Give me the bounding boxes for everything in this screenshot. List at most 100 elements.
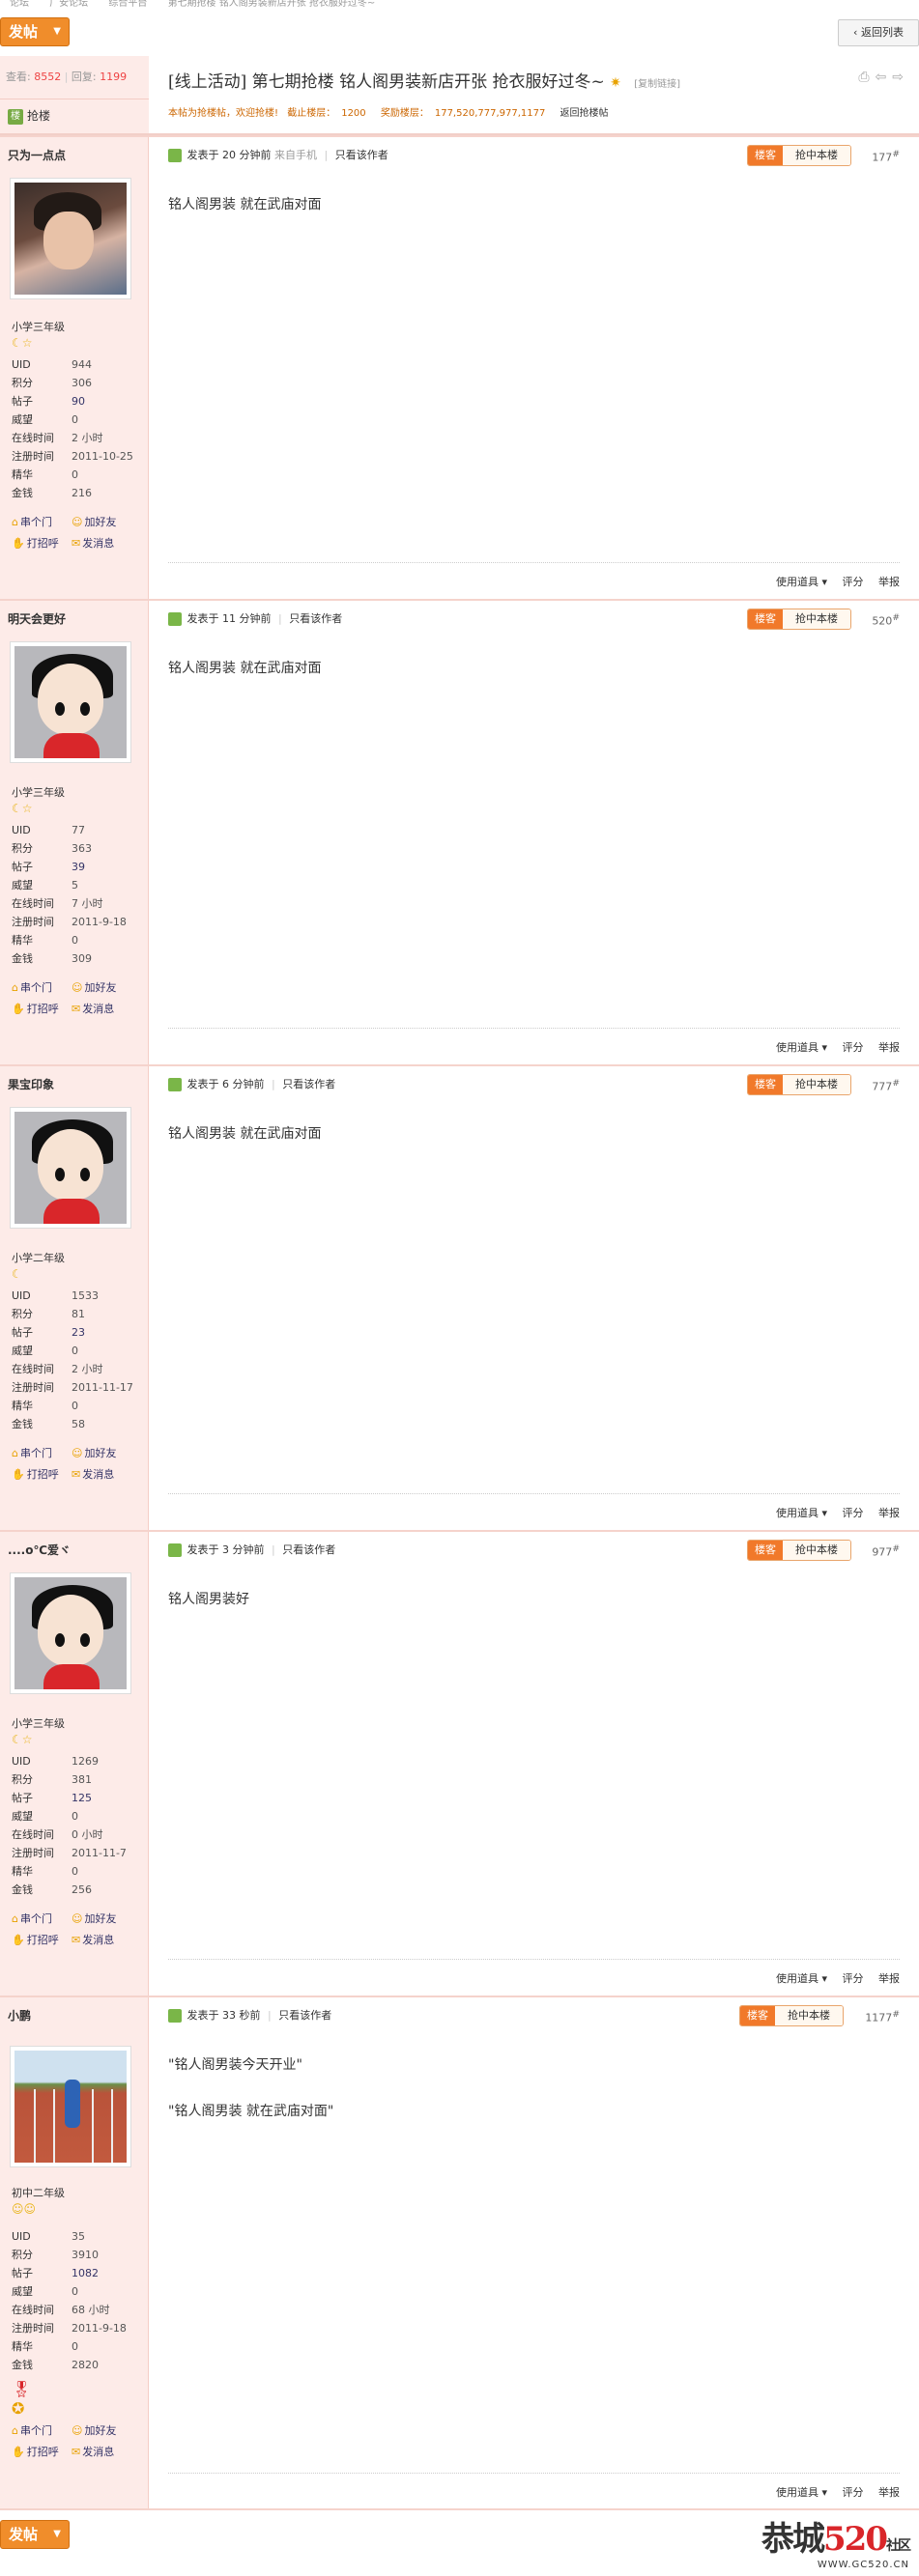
use-tools-link[interactable]: 使用道具 ▾ xyxy=(764,2486,827,2499)
posts-value[interactable]: 1082 xyxy=(72,2264,99,2282)
copy-link[interactable]: [复制链接] xyxy=(634,79,680,90)
rate-link[interactable]: 评分 xyxy=(843,1041,864,1054)
floor-number[interactable]: 177# xyxy=(872,149,900,164)
author-name[interactable]: ....o℃爱ヾ xyxy=(0,1532,148,1561)
add-friend-label: 加好友 xyxy=(84,516,117,528)
claim-floor-button[interactable]: 抢中本楼 xyxy=(783,1075,850,1094)
money-value: 2820 xyxy=(72,2359,99,2371)
author-name[interactable]: 小鹏 xyxy=(0,1997,148,2026)
use-tools-link[interactable]: 使用道具 ▾ xyxy=(764,576,827,588)
use-tools-link[interactable]: 使用道具 ▾ xyxy=(764,1507,827,1519)
pick-floor-tab[interactable]: 楼抢楼 xyxy=(0,99,149,133)
greet-link[interactable]: ✋ 打招呼 xyxy=(12,2442,72,2463)
greet-link[interactable]: ✋ 打招呼 xyxy=(12,999,72,1020)
report-link[interactable]: 举报 xyxy=(878,576,900,588)
home-icon: ⌂ xyxy=(12,516,18,528)
visit-home-link[interactable]: ⌂ 串个门 xyxy=(12,1909,72,1930)
print-icon[interactable]: ⎙ xyxy=(858,70,875,85)
post-main: 发表于 3 分钟前 | 只看该作者 楼客 抢中本楼 977# 铭人阁男装好 使用… xyxy=(168,1532,900,1996)
claim-floor-button[interactable]: 抢中本楼 xyxy=(783,609,850,629)
report-link[interactable]: 举报 xyxy=(878,1507,900,1519)
author-name[interactable]: 果宝印象 xyxy=(0,1066,148,1095)
only-author-link[interactable]: 只看该作者 xyxy=(282,1078,335,1090)
avatar[interactable] xyxy=(10,178,131,299)
cheer-button[interactable]: 楼客 xyxy=(740,2006,775,2025)
breadcrumb-item[interactable]: 第七期抢楼 铭人阁男装新店开张 抢衣服好过冬~ xyxy=(168,0,376,9)
use-tools-label: 使用道具 xyxy=(775,576,818,588)
greet-link[interactable]: ✋ 打招呼 xyxy=(12,533,72,554)
add-friend-link[interactable]: ☺ 加好友 xyxy=(72,977,131,999)
visit-home-label: 串个门 xyxy=(19,516,52,528)
send-message-link[interactable]: ✉ 发消息 xyxy=(72,1464,131,1486)
back-to-list-button[interactable]: ‹ 返回列表 xyxy=(838,19,919,46)
rate-link[interactable]: 评分 xyxy=(843,2486,864,2499)
cheer-button[interactable]: 楼客 xyxy=(748,1075,783,1094)
greet-icon: ✋ xyxy=(12,2446,25,2458)
uid-value: 1269 xyxy=(72,1755,99,1768)
author-name[interactable]: 明天会更好 xyxy=(0,601,148,630)
send-message-link[interactable]: ✉ 发消息 xyxy=(72,1930,131,1951)
claim-floor-button[interactable]: 抢中本楼 xyxy=(783,146,850,165)
prev-thread-icon[interactable]: ⇦ xyxy=(876,70,893,85)
posts-value[interactable]: 90 xyxy=(72,392,85,410)
online-value: 2 小时 xyxy=(72,1363,103,1375)
floor-number[interactable]: 977# xyxy=(872,1543,900,1559)
avatar[interactable] xyxy=(10,1107,131,1229)
visit-home-link[interactable]: ⌂ 串个门 xyxy=(12,2420,72,2442)
next-thread-icon[interactable]: ⇨ xyxy=(892,70,909,85)
cheer-button[interactable]: 楼客 xyxy=(748,146,783,165)
posts-value[interactable]: 39 xyxy=(72,858,85,876)
breadcrumb-item[interactable]: 广安论坛 xyxy=(49,0,88,9)
send-message-link[interactable]: ✉ 发消息 xyxy=(72,2442,131,2463)
avatar[interactable] xyxy=(10,1572,131,1694)
author-name[interactable]: 只为一点点 xyxy=(0,137,148,166)
only-author-link[interactable]: 只看该作者 xyxy=(289,612,342,625)
floor-number[interactable]: 520# xyxy=(872,612,900,628)
greet-link[interactable]: ✋ 打招呼 xyxy=(12,1930,72,1951)
report-link[interactable]: 举报 xyxy=(878,1972,900,1985)
cheer-button[interactable]: 楼客 xyxy=(748,609,783,629)
cheer-button[interactable]: 楼客 xyxy=(748,1541,783,1560)
send-message-link[interactable]: ✉ 发消息 xyxy=(72,999,131,1020)
only-author-link[interactable]: 只看该作者 xyxy=(335,149,388,161)
posts-value[interactable]: 125 xyxy=(72,1789,92,1807)
posts-value[interactable]: 23 xyxy=(72,1323,85,1342)
new-post-button[interactable]: 发帖 ▼ xyxy=(0,2520,70,2549)
visit-home-link[interactable]: ⌂ 串个门 xyxy=(12,1443,72,1464)
rate-link[interactable]: 评分 xyxy=(843,1972,864,1985)
floor-number[interactable]: 777# xyxy=(872,1078,900,1093)
floor-number[interactable]: 1177# xyxy=(865,2009,900,2024)
use-tools-link[interactable]: 使用道具 ▾ xyxy=(764,1041,827,1054)
avatar[interactable] xyxy=(10,641,131,763)
breadcrumb-item[interactable]: 论坛 xyxy=(10,0,29,9)
report-link[interactable]: 举报 xyxy=(878,1041,900,1054)
floor-buttons: 楼客 抢中本楼 xyxy=(747,1074,851,1095)
new-post-button[interactable]: 发帖 ▼ xyxy=(0,17,70,46)
visit-home-link[interactable]: ⌂ 串个门 xyxy=(12,512,72,533)
report-link[interactable]: 举报 xyxy=(878,2486,900,2499)
label: 精华 xyxy=(12,934,33,947)
greet-link[interactable]: ✋ 打招呼 xyxy=(12,1464,72,1486)
claim-floor-button[interactable]: 抢中本楼 xyxy=(775,2006,843,2025)
send-message-link[interactable]: ✉ 发消息 xyxy=(72,533,131,554)
uid-value: 944 xyxy=(72,358,92,371)
rate-link[interactable]: 评分 xyxy=(843,576,864,588)
only-author-link[interactable]: 只看该作者 xyxy=(282,1543,335,1556)
author-actions: ⌂ 串个门 ☺ 加好友 ✋ 打招呼 ✉ 发消息 xyxy=(12,512,131,554)
mail-icon: ✉ xyxy=(72,1468,81,1481)
label: 在线时间 xyxy=(12,1828,54,1841)
use-tools-link[interactable]: 使用道具 ▾ xyxy=(764,1972,827,1985)
add-friend-link[interactable]: ☺ 加好友 xyxy=(72,1443,131,1464)
add-friend-link[interactable]: ☺ 加好友 xyxy=(72,512,131,533)
post: 果宝印象 小学二年级 ☾ UID 1533 积分 81 帖子 23 威望 0 在线时间 2… xyxy=(0,1064,919,1530)
visit-home-link[interactable]: ⌂ 串个门 xyxy=(12,977,72,999)
claim-floor-button[interactable]: 抢中本楼 xyxy=(783,1541,850,1560)
rate-link[interactable]: 评分 xyxy=(843,1507,864,1519)
label: 威望 xyxy=(12,413,33,426)
breadcrumb-item[interactable]: 综合平台 xyxy=(108,0,147,9)
back-to-pick-link[interactable]: 返回抢楼帖 xyxy=(560,108,609,119)
add-friend-link[interactable]: ☺ 加好友 xyxy=(72,1909,131,1930)
avatar[interactable] xyxy=(10,2046,131,2167)
only-author-link[interactable]: 只看该作者 xyxy=(278,2009,331,2022)
add-friend-link[interactable]: ☺ 加好友 xyxy=(72,2420,131,2442)
